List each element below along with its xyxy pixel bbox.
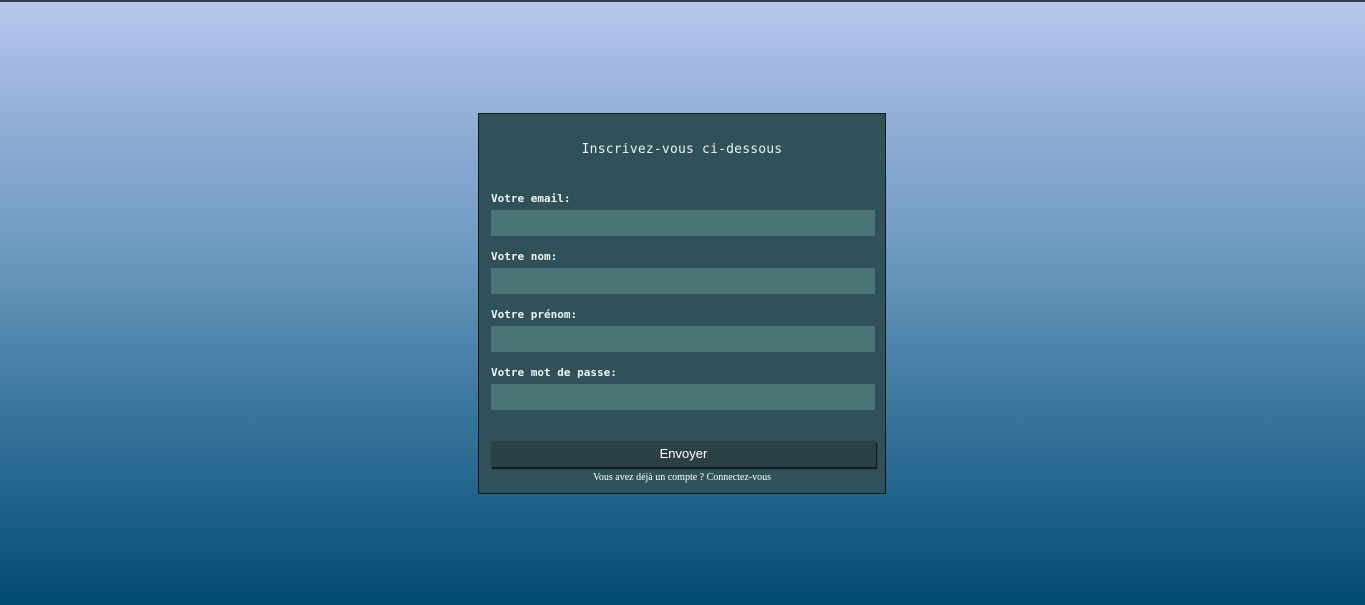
window-top-border	[0, 0, 1365, 2]
login-prompt: Vous avez déjà un compte ? Connectez-vou…	[479, 472, 885, 483]
firstname-field[interactable]	[491, 326, 875, 352]
email-field[interactable]	[491, 210, 875, 236]
login-prompt-text: Vous avez déjà un compte ?	[592, 472, 705, 483]
firstname-label: Votre prénom:	[491, 308, 578, 321]
password-field[interactable]	[491, 384, 875, 410]
name-label: Votre nom:	[491, 250, 558, 263]
name-field[interactable]	[491, 268, 875, 294]
email-label: Votre email:	[491, 192, 571, 205]
submit-button[interactable]: Envoyer	[491, 441, 876, 467]
login-link[interactable]: Connectez-vous	[707, 472, 771, 483]
password-label: Votre mot de passe:	[491, 366, 617, 379]
signup-form: Inscrivez-vous ci-dessous Votre email: V…	[478, 113, 886, 494]
form-title: Inscrivez-vous ci-dessous	[581, 142, 783, 157]
